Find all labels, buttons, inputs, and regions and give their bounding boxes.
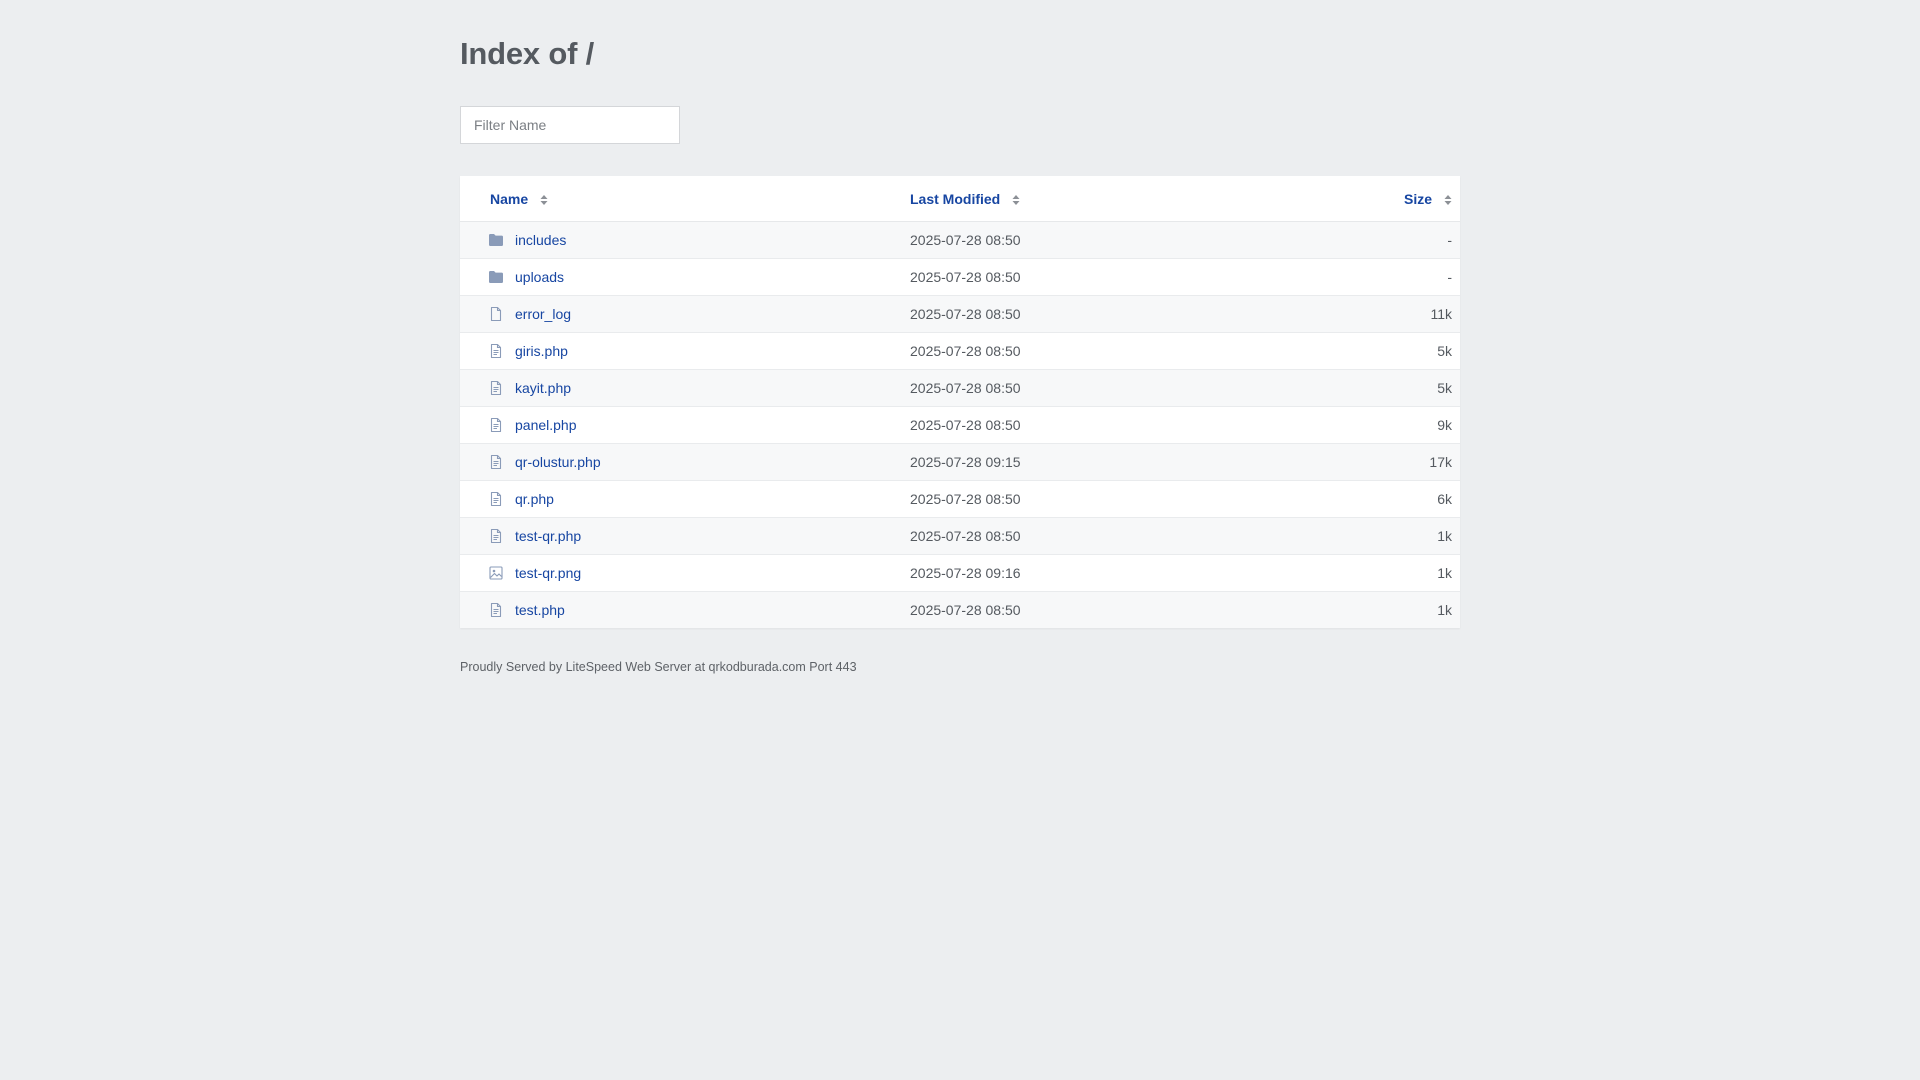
file-icon xyxy=(488,306,504,322)
table-row[interactable]: uploads 2025-07-28 08:50 - xyxy=(460,259,1460,296)
modified-header-label: Last Modified xyxy=(910,190,1001,207)
sort-by-name-header[interactable]: Name xyxy=(460,191,880,207)
size-cell: 5k xyxy=(1437,343,1452,359)
file-link[interactable]: qr.php xyxy=(515,491,554,507)
size-cell: 9k xyxy=(1437,417,1452,433)
file-link[interactable]: error_log xyxy=(515,306,571,322)
text-file-icon xyxy=(488,380,504,396)
text-file-icon xyxy=(488,528,504,544)
modified-cell: 2025-07-28 09:15 xyxy=(910,454,1021,470)
sort-icon xyxy=(1012,194,1020,206)
file-link[interactable]: test.php xyxy=(515,602,565,618)
file-link[interactable]: test-qr.png xyxy=(515,565,581,581)
name-cell: qr-olustur.php xyxy=(460,454,880,470)
modified-cell: 2025-07-28 08:50 xyxy=(910,491,1021,507)
file-table: Name Last Modified Size includes 2025-07… xyxy=(460,176,1460,628)
name-cell: test-qr.png xyxy=(460,565,880,581)
text-file-icon xyxy=(488,417,504,433)
size-cell: 1k xyxy=(1437,602,1452,618)
table-row[interactable]: kayit.php 2025-07-28 08:50 5k xyxy=(460,370,1460,407)
table-row[interactable]: includes 2025-07-28 08:50 - xyxy=(460,222,1460,259)
size-cell: 1k xyxy=(1437,528,1452,544)
table-row[interactable]: qr-olustur.php 2025-07-28 09:15 17k xyxy=(460,444,1460,481)
table-row[interactable]: panel.php 2025-07-28 08:50 9k xyxy=(460,407,1460,444)
file-link[interactable]: giris.php xyxy=(515,343,568,359)
size-cell: 11k xyxy=(1430,306,1452,322)
text-file-icon xyxy=(488,491,504,507)
sort-icon xyxy=(540,194,548,206)
name-cell: kayit.php xyxy=(460,380,880,396)
image-file-icon xyxy=(488,565,504,581)
text-file-icon xyxy=(488,343,504,359)
name-cell: test-qr.php xyxy=(460,528,880,544)
file-link[interactable]: kayit.php xyxy=(515,380,571,396)
file-link[interactable]: panel.php xyxy=(515,417,577,433)
modified-cell: 2025-07-28 08:50 xyxy=(910,417,1021,433)
name-cell: includes xyxy=(460,232,880,248)
size-cell: 6k xyxy=(1437,491,1452,507)
name-cell: uploads xyxy=(460,269,880,285)
table-row[interactable]: test.php 2025-07-28 08:50 1k xyxy=(460,592,1460,628)
folder-icon xyxy=(488,269,504,285)
modified-cell: 2025-07-28 08:50 xyxy=(910,602,1021,618)
name-cell: test.php xyxy=(460,602,880,618)
server-footer: Proudly Served by LiteSpeed Web Server a… xyxy=(460,660,857,674)
page-container: Index of / Name Last Modified Size xyxy=(460,0,1460,674)
sort-by-modified-header[interactable]: Last Modified xyxy=(880,191,1310,207)
table-row[interactable]: test-qr.png 2025-07-28 09:16 1k xyxy=(460,555,1460,592)
filter-name-input[interactable] xyxy=(460,106,680,144)
table-body: includes 2025-07-28 08:50 - uploads 2025… xyxy=(460,222,1460,628)
name-cell: error_log xyxy=(460,306,880,322)
modified-cell: 2025-07-28 09:16 xyxy=(910,565,1021,581)
modified-cell: 2025-07-28 08:50 xyxy=(910,232,1021,248)
name-cell: panel.php xyxy=(460,417,880,433)
name-cell: giris.php xyxy=(460,343,880,359)
name-cell: qr.php xyxy=(460,491,880,507)
modified-cell: 2025-07-28 08:50 xyxy=(910,528,1021,544)
text-file-icon xyxy=(488,602,504,618)
text-file-icon xyxy=(488,454,504,470)
size-cell: - xyxy=(1447,232,1452,248)
table-row[interactable]: giris.php 2025-07-28 08:50 5k xyxy=(460,333,1460,370)
size-cell: 1k xyxy=(1437,565,1452,581)
sort-by-size-header[interactable]: Size xyxy=(1310,191,1460,207)
sort-icon xyxy=(1444,194,1452,206)
file-link[interactable]: qr-olustur.php xyxy=(515,454,601,470)
modified-cell: 2025-07-28 08:50 xyxy=(910,306,1021,322)
file-link[interactable]: includes xyxy=(515,232,566,248)
modified-cell: 2025-07-28 08:50 xyxy=(910,380,1021,396)
modified-cell: 2025-07-28 08:50 xyxy=(910,343,1021,359)
page-title: Index of / xyxy=(460,36,595,71)
table-header: Name Last Modified Size xyxy=(460,176,1460,222)
file-link[interactable]: test-qr.php xyxy=(515,528,581,544)
folder-icon xyxy=(488,232,504,248)
size-cell: - xyxy=(1447,269,1452,285)
modified-cell: 2025-07-28 08:50 xyxy=(910,269,1021,285)
size-cell: 17k xyxy=(1429,454,1452,470)
size-header-label: Size xyxy=(1403,190,1432,207)
name-header-label: Name xyxy=(490,190,529,207)
table-row[interactable]: qr.php 2025-07-28 08:50 6k xyxy=(460,481,1460,518)
size-cell: 5k xyxy=(1437,380,1452,396)
table-row[interactable]: error_log 2025-07-28 08:50 11k xyxy=(460,296,1460,333)
table-row[interactable]: test-qr.php 2025-07-28 08:50 1k xyxy=(460,518,1460,555)
file-link[interactable]: uploads xyxy=(515,269,564,285)
